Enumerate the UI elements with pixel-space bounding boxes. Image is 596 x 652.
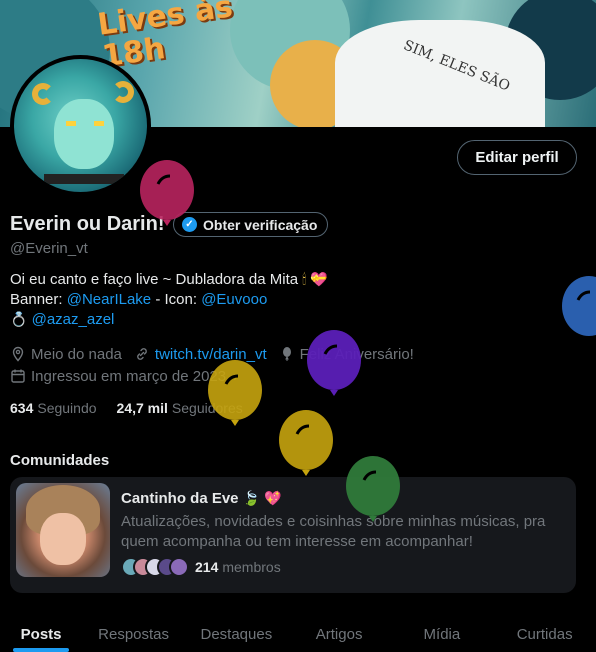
tab-replies[interactable]: Respostas	[82, 620, 185, 652]
community-name-text: Cantinho da Eve	[121, 490, 239, 507]
profile-bio: Oi eu canto e faço live ~ Dubladora da M…	[10, 270, 430, 330]
avatar-art	[94, 121, 104, 126]
community-name: Cantinho da Eve 🍃 💖	[121, 490, 282, 507]
communities-heading: Comunidades	[10, 452, 110, 469]
birthday-balloon[interactable]	[138, 160, 196, 240]
avatar-art	[32, 83, 54, 105]
ring-icon: 💍	[10, 312, 28, 328]
member-avatar	[169, 557, 189, 577]
avatar[interactable]	[10, 55, 151, 196]
following-link[interactable]: 634 Seguindo	[10, 400, 97, 416]
followers-count: 24,7 mil	[116, 400, 168, 416]
community-members: 214 membros	[121, 557, 281, 577]
member-label: membros	[222, 559, 281, 575]
leaf-icon: 🍃	[242, 491, 261, 507]
avatar-art	[54, 99, 114, 169]
avatar-art	[112, 81, 134, 103]
heart-icon: 💝	[310, 272, 328, 288]
banner-art	[335, 20, 545, 127]
get-verified-label: Obter verificação	[203, 216, 318, 233]
tab-articles[interactable]: Artigos	[288, 620, 391, 652]
location-icon	[12, 346, 24, 362]
following-label: Seguindo	[37, 400, 97, 416]
community-avatar-art	[40, 513, 86, 565]
birthday-balloon[interactable]	[560, 268, 596, 348]
sparkling-heart-icon: 💖	[264, 491, 282, 507]
member-count: 214	[195, 559, 219, 575]
banner-credit-link[interactable]: @NearILake	[67, 291, 151, 308]
avatar-art	[44, 174, 124, 184]
community-avatar	[16, 483, 110, 577]
bio-line: Oi eu canto e faço live ~ Dubladora da M…	[10, 271, 299, 288]
balloon-icon	[282, 347, 291, 361]
get-verified-button[interactable]: ✓ Obter verificação	[173, 212, 329, 237]
birthday-balloon[interactable]	[305, 330, 363, 410]
birthday-balloon[interactable]	[206, 360, 264, 440]
partner-link[interactable]: @azaz_azel	[32, 311, 115, 328]
profile-tabs: Posts Respostas Destaques Artigos Mídia …	[0, 620, 596, 652]
bio-text: Banner:	[10, 291, 67, 308]
avatar-art	[66, 121, 76, 126]
birthday-balloon[interactable]	[277, 410, 335, 490]
location-text: Meio do nada	[31, 345, 122, 363]
user-handle: @Everin_vt	[10, 240, 88, 257]
join-date: Ingressou em março de 2023	[31, 367, 227, 385]
community-card[interactable]: Cantinho da Eve 🍃 💖 Atualizações, novida…	[10, 477, 576, 593]
tab-likes[interactable]: Curtidas	[493, 620, 596, 652]
tab-posts[interactable]: Posts	[0, 620, 82, 652]
link-icon	[137, 348, 147, 360]
tab-highlights[interactable]: Destaques	[185, 620, 288, 652]
icon-credit-link[interactable]: @Euvooo	[201, 291, 267, 308]
calendar-icon	[11, 369, 25, 383]
birthday-balloon[interactable]	[344, 456, 402, 536]
bio-text: - Icon:	[151, 291, 202, 308]
edit-profile-button[interactable]: Editar perfil	[457, 140, 577, 175]
tab-media[interactable]: Mídia	[391, 620, 494, 652]
candle-icon: 🕯	[302, 272, 307, 288]
following-count: 634	[10, 400, 34, 416]
